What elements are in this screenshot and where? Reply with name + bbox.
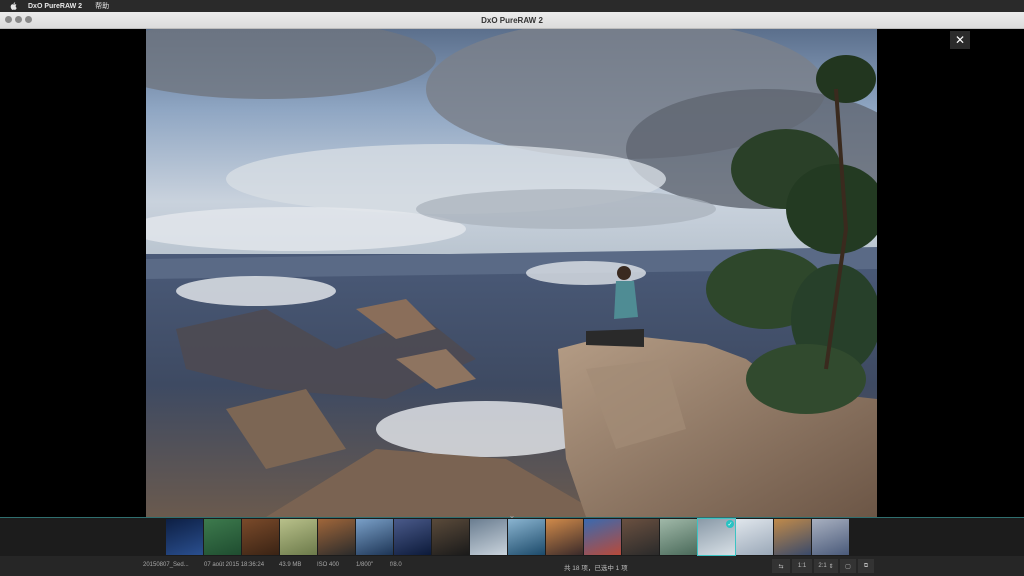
- filmstrip-thumbnail[interactable]: [432, 519, 469, 555]
- fit-screen-icon[interactable]: ▢: [840, 559, 856, 573]
- selection-count: 共 18 项，已选中 1 项: [564, 565, 628, 572]
- preview-photo: [146, 29, 877, 517]
- filmstrip-thumbnail[interactable]: [470, 519, 507, 555]
- status-bar: 20150807_Sed... 07 août 2015 18:36:24 43…: [0, 556, 1024, 576]
- filmstrip-thumbnail[interactable]: [660, 519, 697, 555]
- zoom-2to1-label: 2:1: [818, 563, 827, 569]
- close-window-button[interactable]: [5, 16, 12, 23]
- zoom-window-button[interactable]: [25, 16, 32, 23]
- iso-value: ISO 400: [317, 562, 340, 568]
- minimize-window-button[interactable]: [15, 16, 22, 23]
- filmstrip-thumbnail[interactable]: ✓: [697, 518, 736, 556]
- menu-app-name[interactable]: DxO PureRAW 2: [28, 3, 82, 10]
- file-size: 43.9 MB: [279, 562, 302, 568]
- view-tools: ⇆ 1:1 2:1 ⇕ ▢ ⧉: [772, 559, 874, 573]
- zoom-2to1-button[interactable]: 2:1 ⇕: [814, 559, 838, 573]
- filmstrip-thumbnail[interactable]: [736, 519, 773, 555]
- landscape-photo: [146, 29, 877, 517]
- selected-check-icon: ✓: [726, 520, 734, 528]
- fullscreen-icon[interactable]: ⧉: [858, 559, 874, 573]
- filmstrip-thumbnail[interactable]: [546, 519, 583, 555]
- aperture-value: f/8.0: [390, 562, 402, 568]
- filmstrip-thumbnail[interactable]: [584, 519, 621, 555]
- compare-icon[interactable]: ⇆: [772, 559, 790, 573]
- chevron-up-icon[interactable]: ⌄: [507, 511, 517, 520]
- filmstrip-thumbnail[interactable]: [774, 519, 811, 555]
- image-viewer: ✕: [0, 29, 1024, 517]
- stepper-icon: ⇕: [828, 563, 834, 570]
- filmstrip-thumbnail[interactable]: [356, 519, 393, 555]
- shutter-speed: 1/800": [356, 562, 374, 568]
- menu-bar: DxO PureRAW 2 帮助: [0, 0, 1024, 12]
- file-name: 20150807_Sed...: [143, 562, 189, 568]
- filmstrip-thumbnail[interactable]: [508, 519, 545, 555]
- close-viewer-button[interactable]: ✕: [950, 31, 970, 49]
- window-title: DxO PureRAW 2: [481, 15, 543, 25]
- filmstrip-thumbnail[interactable]: [394, 519, 431, 555]
- window-controls: [5, 16, 32, 23]
- capture-date: 07 août 2015 18:36:24: [204, 562, 265, 568]
- apple-icon[interactable]: [10, 2, 18, 10]
- window-titlebar: DxO PureRAW 2: [0, 12, 1024, 29]
- filmstrip-thumbnail[interactable]: [204, 519, 241, 555]
- filmstrip-thumbnail[interactable]: [166, 519, 203, 555]
- filmstrip-thumbnail[interactable]: [318, 519, 355, 555]
- filmstrip: ⌄ ✓: [0, 511, 1024, 556]
- zoom-1to1-button[interactable]: 1:1: [792, 559, 812, 573]
- filmstrip-thumbnail[interactable]: [280, 519, 317, 555]
- thumbnail-list: ✓: [166, 518, 849, 556]
- filmstrip-thumbnail[interactable]: [622, 519, 659, 555]
- filmstrip-thumbnail[interactable]: [242, 519, 279, 555]
- menu-help[interactable]: 帮助: [95, 1, 109, 11]
- filmstrip-thumbnail[interactable]: [812, 519, 849, 555]
